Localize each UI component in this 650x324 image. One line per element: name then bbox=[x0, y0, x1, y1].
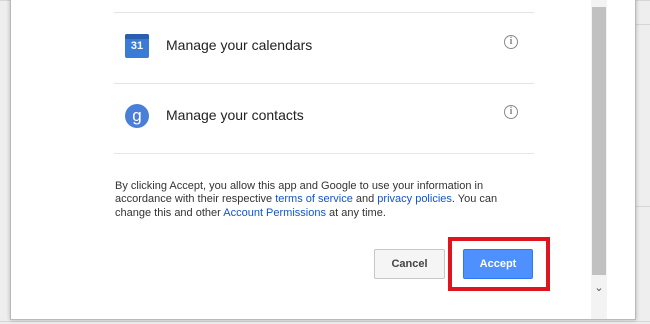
legal-text-part: and bbox=[352, 193, 378, 206]
divider bbox=[114, 153, 534, 154]
scrollbar[interactable]: ⌄ bbox=[591, 0, 607, 319]
permission-label: Manage your calendars bbox=[166, 37, 313, 53]
info-icon[interactable]: i bbox=[504, 105, 518, 119]
legal-text: By clicking Accept, you allow this app a… bbox=[115, 180, 535, 220]
scrollbar-thumb[interactable] bbox=[592, 7, 606, 275]
dialog-content: 31 Manage your calendars i g Manage your… bbox=[11, 0, 591, 321]
info-icon[interactable]: i bbox=[504, 35, 518, 49]
chevron-down-icon[interactable]: ⌄ bbox=[592, 281, 606, 295]
account-permissions-link[interactable]: Account Permissions bbox=[223, 207, 326, 219]
calendar-icon: 31 bbox=[125, 34, 149, 58]
permission-label: Manage your contacts bbox=[166, 107, 304, 123]
permission-row-contacts: g Manage your contacts i bbox=[114, 83, 534, 153]
terms-of-service-link[interactable]: terms of service bbox=[275, 193, 353, 205]
accept-highlight-box bbox=[448, 237, 550, 291]
permission-dialog: 31 Manage your calendars i g Manage your… bbox=[10, 0, 636, 320]
background-line bbox=[636, 24, 650, 25]
background-line bbox=[0, 321, 650, 322]
privacy-policies-link[interactable]: privacy policies bbox=[377, 193, 452, 205]
cancel-button[interactable]: Cancel bbox=[374, 249, 445, 279]
legal-text-part: at any time. bbox=[325, 206, 386, 219]
permission-row-calendars: 31 Manage your calendars i bbox=[114, 13, 534, 83]
background-line bbox=[636, 206, 650, 207]
calendar-icon-number: 31 bbox=[130, 40, 144, 52]
calendar-icon-header bbox=[125, 34, 149, 39]
google-plus-icon: g bbox=[125, 104, 149, 128]
